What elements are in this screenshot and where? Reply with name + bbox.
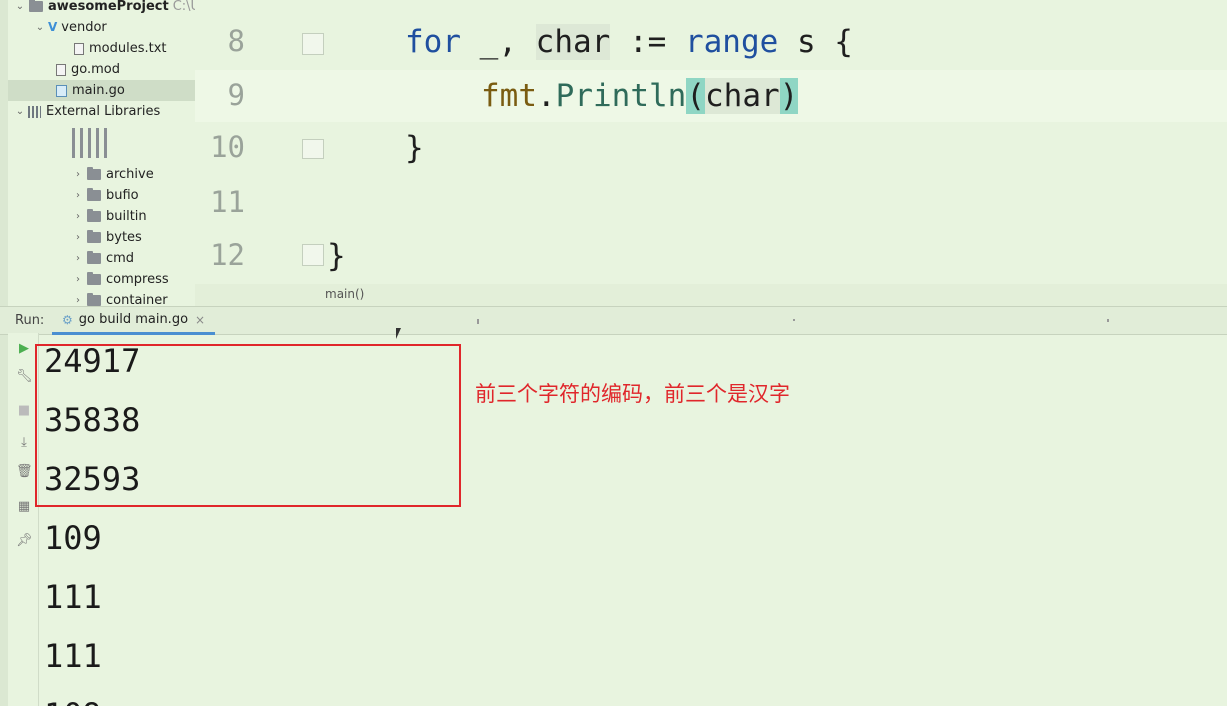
run-toolbar: Run: ⚙ go build main.go × [0, 306, 1227, 335]
breadcrumb-main[interactable]: main() [325, 287, 364, 301]
tree-item-label: archive [106, 167, 154, 182]
fold-marker-icon[interactable] [302, 244, 324, 266]
tree-item-label: bufio [106, 188, 139, 203]
code-line-10[interactable]: } [405, 130, 424, 166]
vendor-folder-icon: V [48, 20, 58, 34]
tree-item-vendor[interactable]: ⌄ V vendor [34, 17, 107, 38]
output-line: 111 [44, 637, 102, 675]
code-line-9[interactable]: fmt.Println(char) [481, 78, 799, 114]
folder-icon [87, 230, 101, 243]
go-run-icon: ⚙ [62, 312, 73, 327]
chevron-right-icon[interactable]: › [72, 206, 84, 227]
tree-item-label: container [106, 293, 168, 306]
text-file-icon [74, 42, 84, 55]
annotation-highlight-box [35, 344, 461, 507]
tree-item-cmd[interactable]: › cmd [72, 248, 134, 269]
project-name: awesomeProject [48, 0, 169, 14]
wrench-icon[interactable]: 🔧︎ [16, 369, 33, 385]
tree-item-label: vendor [61, 20, 107, 35]
tree-item-label: go.mod [71, 62, 120, 77]
run-tab-go-build[interactable]: ⚙ go build main.go × [52, 307, 216, 335]
tree-item-modules-txt[interactable]: modules.txt [72, 38, 167, 59]
tree-item-container[interactable]: › container [72, 290, 168, 306]
line-number: 12 [210, 238, 245, 272]
folder-icon [87, 293, 101, 306]
chevron-right-icon[interactable]: › [72, 290, 84, 306]
folder-icon [87, 188, 101, 201]
pin-icon[interactable]: 📌︎ [16, 533, 33, 549]
rerun-icon[interactable]: ▶ [16, 341, 32, 357]
chevron-right-icon[interactable]: › [72, 185, 84, 206]
annotation-text: 前三个字符的编码，前三个是汉字 [475, 382, 790, 406]
tree-item-builtin[interactable]: › builtin [72, 206, 147, 227]
run-tab-label: go build main.go [78, 312, 189, 327]
line-number: 9 [227, 78, 245, 112]
chevron-right-icon[interactable]: › [72, 227, 84, 248]
chevron-down-icon[interactable]: ⌄ [14, 0, 26, 17]
divider [1107, 319, 1109, 322]
go-mod-file-icon [56, 63, 66, 76]
layout-icon[interactable]: ▦ [16, 499, 32, 515]
divider [477, 319, 479, 324]
project-path: C:\Us [172, 0, 195, 14]
tree-item-label: bytes [106, 230, 142, 245]
tree-item-label: builtin [106, 209, 147, 224]
run-label: Run: [15, 313, 45, 328]
line-number: 8 [227, 24, 245, 58]
tree-item-label: main.go [72, 83, 125, 98]
stop-icon[interactable]: ■ [16, 403, 32, 419]
close-icon[interactable]: × [195, 313, 205, 327]
folder-icon [87, 251, 101, 264]
left-tool-strip-lower [0, 333, 8, 706]
project-tree: ⌄ awesomeProject C:\Us ⌄ V vendor module… [8, 0, 195, 306]
go-file-icon [56, 84, 67, 97]
line-number: 10 [210, 130, 245, 164]
line-number: 11 [210, 185, 245, 219]
divider [793, 319, 795, 321]
folder-icon [87, 209, 101, 222]
tree-item-label: External Libraries [46, 104, 161, 119]
output-line: 109 [44, 696, 102, 706]
tree-item-bytes[interactable]: › bytes [72, 227, 142, 248]
fold-marker-icon[interactable] [302, 139, 324, 159]
code-line-12[interactable]: } [327, 238, 346, 274]
library-icon [28, 105, 41, 118]
output-line: 109 [44, 519, 102, 557]
chevron-down-icon[interactable]: ⌄ [34, 17, 46, 38]
mouse-cursor-icon [396, 328, 401, 339]
chevron-down-icon[interactable]: ⌄ [14, 101, 26, 122]
tree-item-label: cmd [106, 251, 135, 266]
code-line-8[interactable]: for _, char := range s { [405, 24, 853, 60]
output-line: 111 [44, 578, 102, 616]
folder-icon [29, 0, 43, 12]
fold-marker-icon[interactable] [302, 33, 324, 55]
editor-breadcrumb: main() [195, 284, 1227, 306]
chevron-right-icon[interactable]: › [72, 248, 84, 269]
tree-item-archive[interactable]: › archive [72, 164, 154, 185]
folder-icon [87, 272, 101, 285]
tree-item-go-mod[interactable]: go.mod [54, 59, 120, 80]
tree-item-main-go[interactable]: main.go [8, 80, 195, 101]
folder-icon [87, 167, 101, 180]
trash-icon[interactable]: 🗑︎ [16, 464, 33, 480]
chevron-right-icon[interactable]: › [72, 164, 84, 185]
chevron-right-icon[interactable]: › [72, 269, 84, 290]
tree-item-label: modules.txt [89, 41, 167, 56]
tree-root-project[interactable]: ⌄ awesomeProject C:\Us [14, 0, 195, 17]
tree-item-bufio[interactable]: › bufio [72, 185, 139, 206]
tree-item-external-libraries[interactable]: ⌄ External Libraries [14, 101, 160, 122]
tree-item-label: compress [106, 272, 169, 287]
sdk-node-icon [72, 128, 108, 158]
scroll-to-end-icon[interactable]: ⤓ [16, 435, 32, 451]
tree-item-compress[interactable]: › compress [72, 269, 169, 290]
